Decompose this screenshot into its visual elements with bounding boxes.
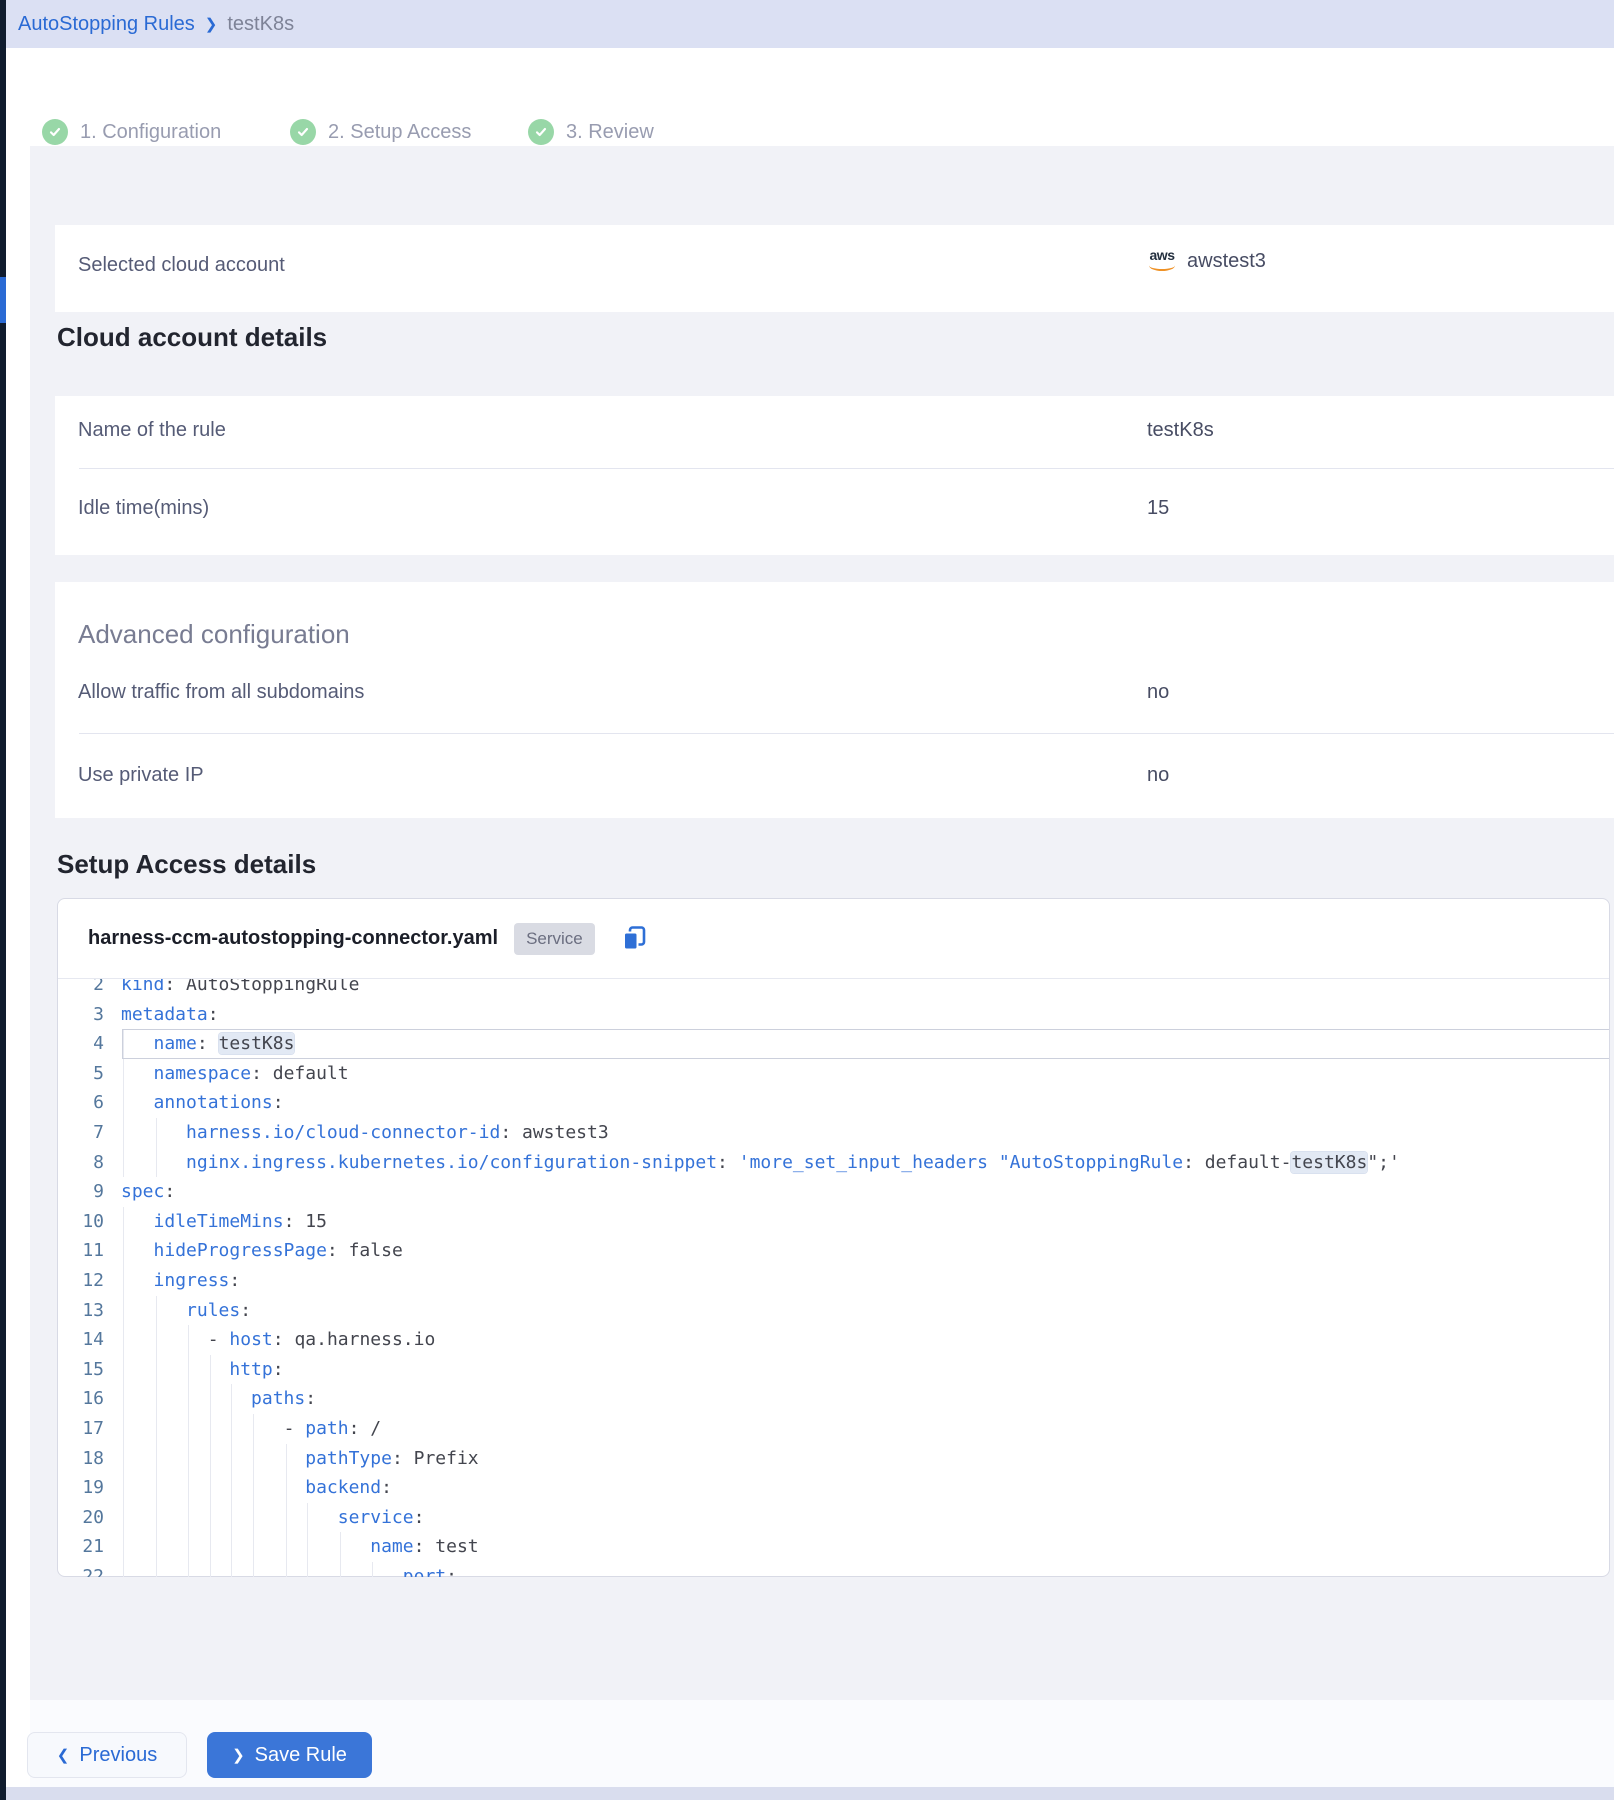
chevron-right-icon: ❯ (232, 1748, 245, 1763)
line-number: 11 (58, 1236, 121, 1266)
code-line: 12 ingress: (58, 1266, 1609, 1296)
breadcrumb-root-link[interactable]: AutoStopping Rules (18, 13, 195, 36)
cloud-account-name: awstest3 (1187, 250, 1266, 273)
line-number: 4 (58, 1029, 121, 1059)
line-number: 3 (58, 1000, 121, 1030)
line-number: 8 (58, 1148, 121, 1178)
left-rail (0, 0, 6, 1800)
check-circle-icon (290, 119, 316, 145)
code-line: 18 pathType: Prefix (58, 1444, 1609, 1474)
code-line: 8 nginx.ingress.kubernetes.io/configurat… (58, 1148, 1609, 1178)
tab-label: 1. Configuration (80, 121, 221, 144)
code-line: 19 backend: (58, 1473, 1609, 1503)
line-number: 13 (58, 1296, 121, 1326)
yaml-filename: harness-ccm-autostopping-connector.yaml (88, 927, 498, 950)
line-number: 17 (58, 1414, 121, 1444)
code-line: 3metadata: (58, 1000, 1609, 1030)
row-label: Idle time(mins) (78, 497, 209, 520)
check-circle-icon (42, 119, 68, 145)
copy-icon (621, 925, 648, 952)
row-value: testK8s (1147, 419, 1214, 442)
section-title-setup-access: Setup Access details (57, 849, 316, 880)
line-number: 2 (58, 978, 121, 1000)
line-number: 16 (58, 1384, 121, 1414)
divider (79, 468, 1614, 469)
row-label: Selected cloud account (78, 254, 285, 277)
row-value: no (1147, 681, 1169, 704)
code-line: 17 - path: / (58, 1414, 1609, 1444)
code-line: 11 hideProgressPage: false (58, 1236, 1609, 1266)
check-circle-icon (528, 119, 554, 145)
line-number: 19 (58, 1473, 121, 1503)
configuration-card: Name of the rule testK8s Idle time(mins)… (55, 396, 1614, 555)
row-value: 15 (1147, 497, 1169, 520)
yaml-editor[interactable]: 2kind: AutoStoppingRule3metadata:4 name:… (58, 978, 1609, 1577)
code-line: 16 paths: (58, 1384, 1609, 1414)
wizard-steps: 1. Configuration 2. Setup Access 3. Revi… (6, 48, 1614, 146)
left-gutter (6, 48, 30, 1800)
line-number: 5 (58, 1059, 121, 1089)
yaml-card-header: harness-ccm-autostopping-connector.yaml … (58, 899, 1609, 978)
advanced-configuration-card: Advanced configuration Allow traffic fro… (55, 582, 1614, 818)
tab-label: 2. Setup Access (328, 121, 471, 144)
code-line: 20 service: (58, 1503, 1609, 1533)
code-lines: 2kind: AutoStoppingRule3metadata:4 name:… (58, 978, 1609, 1577)
copy-button[interactable] (621, 925, 648, 952)
code-line: 4 name: testK8s (58, 1029, 1609, 1059)
cloud-account-card: Selected cloud account aws awstest3 (55, 225, 1614, 312)
line-number: 6 (58, 1088, 121, 1118)
tab-label: 3. Review (566, 121, 654, 144)
code-line: 5 namespace: default (58, 1059, 1609, 1089)
line-number: 21 (58, 1532, 121, 1562)
line-number: 9 (58, 1177, 121, 1207)
service-badge: Service (514, 923, 595, 955)
section-title-cloud-account: Cloud account details (57, 322, 327, 353)
review-page: Cloud account details Selected cloud acc… (30, 146, 1614, 1700)
code-line: 10 idleTimeMins: 15 (58, 1207, 1609, 1237)
previous-button[interactable]: ❮ Previous (27, 1732, 187, 1778)
row-value: no (1147, 764, 1169, 787)
code-line: 9spec: (58, 1177, 1609, 1207)
line-number: 18 (58, 1444, 121, 1474)
row-label: Use private IP (78, 764, 204, 787)
divider (79, 733, 1614, 734)
line-number: 20 (58, 1503, 121, 1533)
line-number: 22 (58, 1562, 121, 1577)
row-label: Allow traffic from all subdomains (78, 681, 364, 704)
code-line: 7 harness.io/cloud-connector-id: awstest… (58, 1118, 1609, 1148)
breadcrumb-current: testK8s (227, 13, 294, 36)
code-line: 2kind: AutoStoppingRule (58, 978, 1609, 1000)
row-label: Name of the rule (78, 419, 226, 442)
code-line: 15 http: (58, 1355, 1609, 1385)
line-number: 14 (58, 1325, 121, 1355)
code-line: 21 name: test (58, 1532, 1609, 1562)
save-rule-button[interactable]: ❯ Save Rule (207, 1732, 372, 1778)
bottom-strip (6, 1787, 1614, 1800)
section-title-advanced: Advanced configuration (78, 619, 350, 650)
chevron-left-icon: ❮ (57, 1748, 70, 1763)
breadcrumb-bar: AutoStopping Rules ❯ testK8s (6, 0, 1614, 48)
line-number: 10 (58, 1207, 121, 1237)
line-number: 7 (58, 1118, 121, 1148)
code-line: 6 annotations: (58, 1088, 1609, 1118)
row-value: aws awstest3 (1147, 250, 1266, 273)
aws-logo-icon: aws (1147, 249, 1177, 271)
breadcrumb: AutoStopping Rules ❯ testK8s (18, 13, 294, 36)
chevron-right-icon: ❯ (205, 15, 218, 33)
code-line: 22 port: (58, 1562, 1609, 1577)
code-line: 14 - host: qa.harness.io (58, 1325, 1609, 1355)
yaml-card: harness-ccm-autostopping-connector.yaml … (57, 898, 1610, 1577)
scrollbar-thumb[interactable] (0, 277, 6, 323)
code-line: 13 rules: (58, 1296, 1609, 1326)
line-number: 15 (58, 1355, 121, 1385)
line-number: 12 (58, 1266, 121, 1296)
